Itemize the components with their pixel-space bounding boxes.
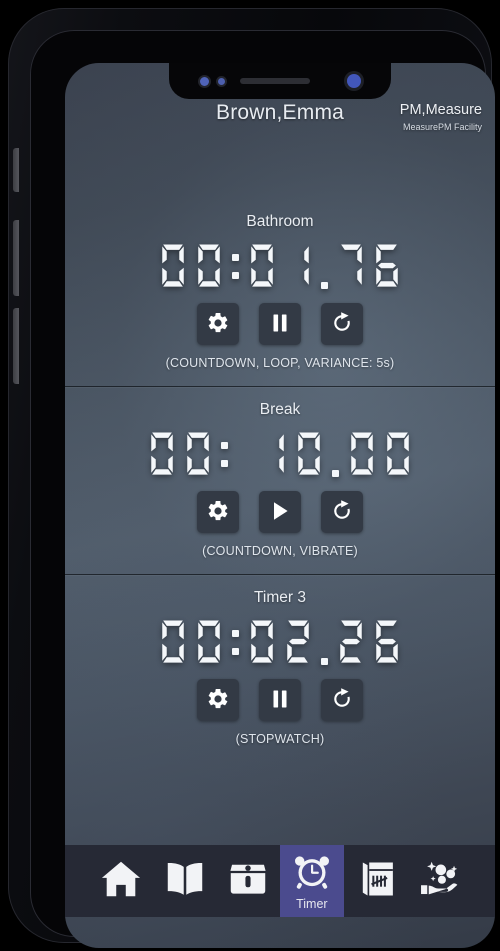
reset-icon bbox=[330, 687, 354, 714]
digit-2 bbox=[281, 615, 315, 669]
speaker-grille-icon bbox=[239, 78, 310, 84]
nav-item-label: Timer bbox=[296, 897, 328, 911]
timer-mode-text: (COUNTDOWN, VIBRATE) bbox=[202, 544, 358, 558]
timer-toggle-button[interactable] bbox=[259, 491, 301, 533]
nav-item-book[interactable] bbox=[152, 845, 217, 917]
digit-1 bbox=[256, 427, 290, 481]
phone-body: Brown,Emma PM,Measure MeasurePM Facility… bbox=[8, 8, 495, 948]
digit-0 bbox=[192, 615, 226, 669]
digit-0 bbox=[145, 427, 179, 481]
facility-name: MeasurePM Facility bbox=[402, 122, 482, 133]
nav-edge-left bbox=[65, 845, 89, 917]
digit-0 bbox=[156, 239, 190, 293]
timer-toggle-button[interactable] bbox=[259, 303, 301, 345]
timer-label: Timer 3 bbox=[254, 589, 306, 606]
timer-list: Bathroom (COUNTDOWN, LOOP, VARIANCE: 5s) B… bbox=[65, 199, 495, 762]
digit-0 bbox=[381, 427, 415, 481]
digit-0 bbox=[156, 615, 190, 669]
front-camera-icon bbox=[346, 74, 361, 88]
timer-settings-button[interactable] bbox=[197, 491, 239, 533]
play-icon bbox=[268, 499, 292, 526]
digit-0 bbox=[245, 239, 279, 293]
timer-reset-button[interactable] bbox=[321, 303, 363, 345]
timer-readout bbox=[65, 423, 495, 485]
timer-mode-text: (STOPWATCH) bbox=[235, 732, 325, 746]
timer-readout bbox=[65, 611, 495, 673]
book-icon bbox=[163, 857, 207, 906]
digit-1 bbox=[281, 239, 315, 293]
side-button-silent[interactable] bbox=[13, 148, 19, 192]
nav-item-home[interactable] bbox=[89, 845, 153, 917]
tally-chart-icon bbox=[354, 857, 398, 906]
side-button-volume-up[interactable] bbox=[13, 220, 19, 296]
gear-icon bbox=[206, 687, 230, 714]
screenshot-root: Brown,Emma PM,Measure MeasurePM Facility… bbox=[0, 0, 500, 951]
timer-row: Break (COUNTDOWN, VIBRATE) bbox=[65, 387, 495, 575]
gear-icon bbox=[206, 499, 230, 526]
timer-label: Bathroom bbox=[246, 213, 314, 230]
digit-colon bbox=[217, 427, 232, 481]
side-button-volume-down[interactable] bbox=[13, 308, 19, 384]
digit-0 bbox=[245, 615, 279, 669]
sensor-dot-icon bbox=[217, 77, 225, 85]
home-icon bbox=[99, 857, 143, 906]
nav-item-hand-coins[interactable] bbox=[407, 845, 472, 917]
digit-7 bbox=[334, 239, 368, 293]
timer-toggle-button[interactable] bbox=[259, 679, 301, 721]
timer-settings-button[interactable] bbox=[197, 679, 239, 721]
digit-6 bbox=[370, 615, 404, 669]
pause-icon bbox=[268, 311, 292, 338]
timer-controls bbox=[65, 491, 495, 533]
nav-underlay bbox=[65, 917, 495, 948]
timer-label: Break bbox=[259, 401, 301, 418]
sensor-dot-icon bbox=[199, 76, 209, 86]
timer-controls bbox=[65, 303, 495, 345]
reset-icon bbox=[330, 311, 354, 338]
timer-row: Timer 3 (STOPWATCH) bbox=[65, 575, 495, 762]
digit-0 bbox=[292, 427, 326, 481]
staff-info: PM,Measure MeasurePM Facility bbox=[400, 101, 482, 133]
digit-decimal-point bbox=[328, 427, 343, 481]
digit-0 bbox=[192, 239, 226, 293]
nav-edge-right bbox=[471, 845, 495, 917]
nav-item-tally-chart[interactable] bbox=[343, 845, 408, 917]
timer-controls bbox=[65, 679, 495, 721]
phone-screen: Brown,Emma PM,Measure MeasurePM Facility… bbox=[65, 63, 495, 948]
digit-0 bbox=[345, 427, 379, 481]
digit-space bbox=[234, 427, 254, 481]
digit-decimal-point bbox=[317, 239, 332, 293]
nav-item-alarm-clock[interactable]: Timer bbox=[280, 845, 344, 917]
alarm-clock-icon bbox=[292, 851, 332, 896]
timer-reset-button[interactable] bbox=[321, 491, 363, 533]
timer-reset-button[interactable] bbox=[321, 679, 363, 721]
digit-0 bbox=[181, 427, 215, 481]
timer-readout bbox=[65, 235, 495, 297]
treasure-icon bbox=[226, 857, 270, 906]
digit-colon bbox=[228, 239, 243, 293]
digit-colon bbox=[228, 615, 243, 669]
timer-settings-button[interactable] bbox=[197, 303, 239, 345]
staff-name: PM,Measure bbox=[399, 102, 482, 118]
digit-decimal-point bbox=[317, 615, 332, 669]
digit-2 bbox=[334, 615, 368, 669]
bottom-navigation: Timer bbox=[65, 845, 495, 917]
hand-coins-icon bbox=[417, 857, 461, 906]
phone-notch bbox=[169, 63, 391, 99]
phone-bezel: Brown,Emma PM,Measure MeasurePM Facility… bbox=[30, 30, 495, 948]
timer-row: Bathroom (COUNTDOWN, LOOP, VARIANCE: 5s) bbox=[65, 199, 495, 387]
nav-item-treasure[interactable] bbox=[216, 845, 281, 917]
timer-mode-text: (COUNTDOWN, LOOP, VARIANCE: 5s) bbox=[165, 356, 395, 370]
reset-icon bbox=[330, 499, 354, 526]
pause-icon bbox=[268, 687, 292, 714]
gear-icon bbox=[206, 311, 230, 338]
digit-6 bbox=[370, 239, 404, 293]
